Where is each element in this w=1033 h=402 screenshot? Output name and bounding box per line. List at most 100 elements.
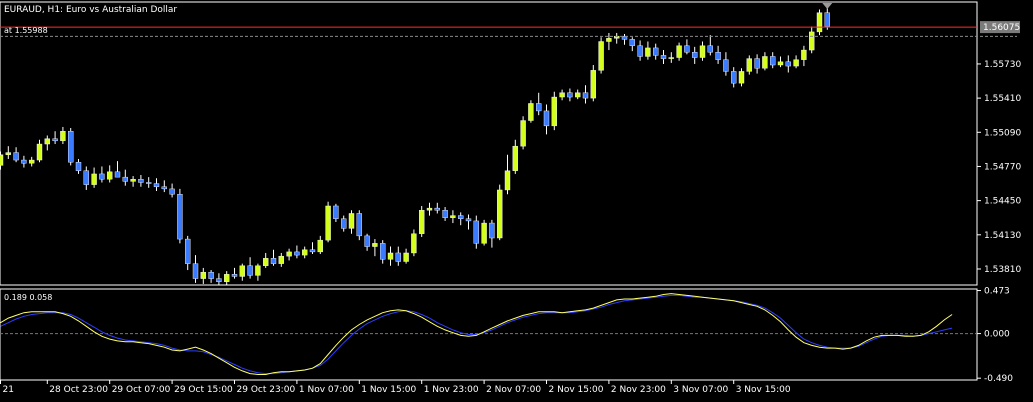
- candle: [481, 219, 487, 246]
- bear-candle-body: [83, 170, 90, 185]
- bull-candle-body: [762, 56, 768, 69]
- bear-candle-body: [309, 249, 316, 253]
- price-axis-label: 1.54130: [984, 231, 1021, 241]
- bear-candle-body: [653, 47, 659, 56]
- bear-candle-body: [395, 252, 401, 262]
- bull-candle-body: [497, 189, 503, 239]
- bear-candle-body: [465, 218, 472, 222]
- bull-candle-body: [551, 96, 557, 127]
- bear-candle-body: [52, 138, 58, 142]
- bear-candle-body: [723, 59, 729, 72]
- bear-candle-body: [75, 161, 82, 171]
- bear-candle-body: [231, 274, 238, 277]
- bear-candle-body: [567, 92, 573, 98]
- bear-candle-body: [192, 263, 199, 279]
- time-axis-label: 1 Nov 23:00: [424, 385, 479, 395]
- bull-candle-body: [263, 258, 269, 266]
- time-axis-label: 1 Nov 15:00: [361, 385, 416, 395]
- bull-candle-body: [699, 45, 706, 58]
- bear-candle-body: [161, 186, 168, 190]
- bear-candle-body: [216, 278, 222, 282]
- bull-candle-body: [575, 92, 581, 98]
- bull-candle-body: [403, 252, 409, 262]
- bear-candle-body: [692, 51, 698, 58]
- candle: [551, 91, 557, 131]
- bear-candle-body: [582, 92, 589, 99]
- bear-candle-body: [341, 218, 347, 229]
- bull-candle-body: [91, 173, 97, 185]
- time-axis-label: 3 Nov 07:00: [673, 385, 728, 395]
- bear-candle-body: [177, 194, 183, 240]
- bear-candle-body: [122, 176, 129, 182]
- oscillator-values-label: 0.189 0.058: [4, 293, 52, 302]
- price-axis-label: 1.54450: [984, 197, 1021, 207]
- bear-candle-body: [458, 215, 464, 219]
- bear-candle-body: [489, 222, 495, 239]
- bear-candle-body: [731, 71, 737, 84]
- candle: [528, 100, 534, 123]
- bear-candle-body: [754, 58, 760, 69]
- oscillator-axis-label: -0.490: [984, 374, 1013, 384]
- time-axis-label: 28 Oct 23:00: [49, 385, 108, 395]
- bull-candle-body: [302, 249, 308, 256]
- bull-candle-body: [278, 255, 284, 264]
- bear-candle-body: [99, 173, 105, 180]
- bear-candle-body: [247, 265, 253, 276]
- bear-candle-body: [364, 235, 370, 247]
- bull-candle-body: [387, 252, 394, 260]
- bull-candle-body: [746, 58, 752, 72]
- bear-candle-body: [208, 271, 214, 279]
- oscillator-axis-label: 0.000: [984, 330, 1010, 340]
- bull-candle-body: [450, 215, 456, 218]
- bear-candle-body: [473, 220, 479, 244]
- chart-title: EURAUD, H1: Euro vs Australian Dollar: [4, 5, 177, 15]
- bull-candle-body: [36, 143, 43, 161]
- candle: [177, 188, 183, 244]
- bull-candle-body: [239, 265, 246, 277]
- bull-candle-body: [520, 120, 526, 147]
- bull-candle-body: [606, 38, 612, 42]
- time-axis-label: 29 Oct 23:00: [237, 385, 296, 395]
- bear-candle-body: [13, 152, 19, 161]
- bull-candle-body: [223, 274, 230, 282]
- bear-candle-body: [442, 210, 448, 218]
- candle: [325, 201, 331, 243]
- time-axis-label: 29 Oct 15:00: [174, 385, 233, 395]
- price-axis-label: 1.55090: [984, 128, 1021, 138]
- bull-candle-body: [348, 213, 355, 229]
- bear-candle-body: [356, 213, 362, 237]
- bull-candle-body: [801, 49, 807, 60]
- trading-chart[interactable]: 1.55730 1.55410 1.55090 1.54770 1.54450 1.541…: [0, 0, 1033, 402]
- bear-candle-body: [169, 188, 175, 195]
- bull-candle-body: [645, 47, 651, 57]
- bull-candle-body: [816, 12, 823, 33]
- bear-candle-body: [380, 243, 386, 260]
- bull-candle-body: [504, 170, 511, 191]
- bull-candle-body: [29, 159, 35, 164]
- price-axis-label: 1.54770: [984, 162, 1021, 172]
- bull-candle-body: [419, 210, 425, 234]
- bear-candle-body: [21, 159, 27, 164]
- bull-candle-body: [528, 103, 534, 121]
- bull-candle-body: [0, 154, 4, 166]
- bull-candle-body: [512, 145, 518, 171]
- candle: [816, 9, 823, 36]
- bull-candle-body: [5, 152, 12, 155]
- bull-candle-body: [106, 171, 113, 180]
- bull-candle-body: [793, 59, 799, 67]
- bear-candle-body: [707, 45, 713, 53]
- time-axis-label: 2 Nov 15:00: [549, 385, 604, 395]
- bull-candle-body: [598, 41, 604, 71]
- candle: [497, 184, 503, 241]
- candle: [419, 205, 425, 237]
- oscillator-axis-label: 0.473: [984, 287, 1010, 297]
- candle: [598, 37, 604, 74]
- bear-candle-body: [333, 205, 339, 219]
- candle: [67, 128, 74, 166]
- time-axis-label: 29 Oct 07:00: [112, 385, 171, 395]
- bear-candle-body: [67, 131, 74, 163]
- time-axis-label: 1 Nov 07:00: [299, 385, 354, 395]
- bull-candle-body: [372, 243, 378, 247]
- bull-candle-body: [317, 239, 323, 253]
- bull-candle-body: [44, 138, 50, 145]
